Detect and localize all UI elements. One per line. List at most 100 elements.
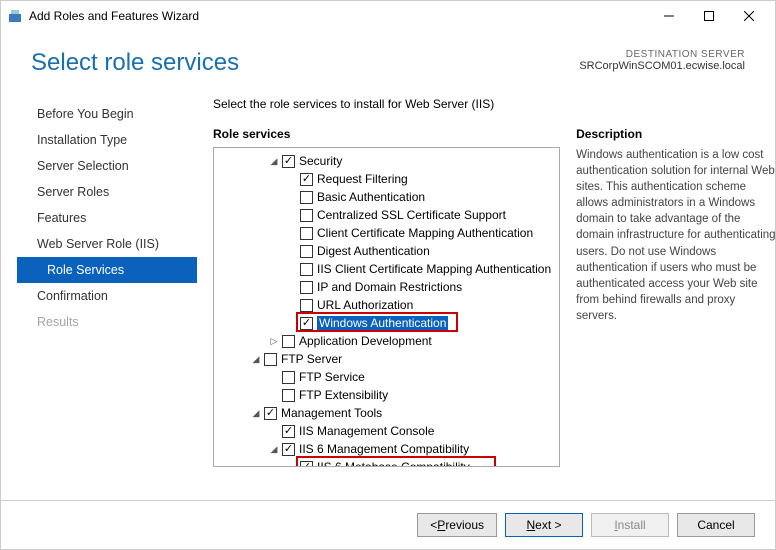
checkbox[interactable] (300, 281, 313, 294)
nav-item-server-roles[interactable]: Server Roles (17, 179, 197, 205)
checkbox[interactable] (264, 407, 277, 420)
checkbox[interactable] (300, 173, 313, 186)
checkbox[interactable] (300, 227, 313, 240)
checkbox[interactable] (300, 245, 313, 258)
cancel-button[interactable]: Cancel (677, 513, 755, 537)
spacer-icon (286, 263, 298, 275)
checkbox[interactable] (282, 371, 295, 384)
spacer-icon (286, 317, 298, 329)
wizard-footer: < Previous Next > Install Cancel (1, 500, 775, 549)
tree-item-label[interactable]: Security (299, 154, 342, 168)
role-services-heading: Role services (213, 127, 560, 141)
expand-icon[interactable]: ▷ (268, 335, 280, 347)
checkbox[interactable] (300, 191, 313, 204)
tree-item-label[interactable]: IIS Management Console (299, 424, 434, 438)
tree-item[interactable]: URL Authorization (214, 296, 559, 314)
tree-item[interactable]: FTP Service (214, 368, 559, 386)
tree-item-label[interactable]: Application Development (299, 334, 432, 348)
next-button[interactable]: Next > (505, 513, 583, 537)
page-title: Select role services (31, 49, 239, 77)
tree-item-label[interactable]: URL Authorization (317, 298, 413, 312)
role-services-tree[interactable]: ◢ Security Request Filtering Basic Authenti… (213, 147, 560, 467)
nav-item-results: Results (17, 309, 197, 335)
spacer-icon (286, 227, 298, 239)
checkbox[interactable] (300, 299, 313, 312)
checkbox[interactable] (282, 443, 295, 456)
checkbox[interactable] (300, 263, 313, 276)
main-area: Before You BeginInstallation TypeServer … (1, 97, 775, 495)
spacer-icon (268, 425, 280, 437)
app-icon (7, 8, 23, 24)
tree-item-label[interactable]: IIS 6 Management Compatibility (299, 442, 469, 456)
checkbox[interactable] (282, 155, 295, 168)
checkbox[interactable] (264, 353, 277, 366)
spacer-icon (286, 191, 298, 203)
spacer-icon (268, 371, 280, 383)
nav-item-web-server-role-iis-[interactable]: Web Server Role (IIS) (17, 231, 197, 257)
tree-item[interactable]: Windows Authentication (214, 314, 559, 332)
previous-button[interactable]: < Previous (417, 513, 497, 537)
tree-item[interactable]: ◢ Management Tools (214, 404, 559, 422)
description-text: Windows authentication is a low cost aut… (576, 147, 776, 324)
tree-item-label[interactable]: FTP Service (299, 370, 365, 384)
tree-item[interactable]: ▷ Application Development (214, 332, 559, 350)
tree-item[interactable]: ◢ FTP Server (214, 350, 559, 368)
spacer-icon (286, 173, 298, 185)
window-title: Add Roles and Features Wizard (29, 9, 199, 23)
tree-item-label[interactable]: Windows Authentication (317, 316, 448, 330)
checkbox[interactable] (300, 209, 313, 222)
tree-item[interactable]: ◢ Security (214, 152, 559, 170)
tree-item-label[interactable]: FTP Extensibility (299, 388, 388, 402)
tree-item-label[interactable]: IP and Domain Restrictions (317, 280, 462, 294)
install-button[interactable]: Install (591, 513, 669, 537)
role-services-pane: Role services ◢ Security Request Filtering… (213, 127, 560, 495)
spacer-icon (286, 299, 298, 311)
nav-item-installation-type[interactable]: Installation Type (17, 127, 197, 153)
nav-item-features[interactable]: Features (17, 205, 197, 231)
tree-item-label[interactable]: Client Certificate Mapping Authenticatio… (317, 226, 533, 240)
tree-item[interactable]: Request Filtering (214, 170, 559, 188)
tree-item[interactable]: Centralized SSL Certificate Support (214, 206, 559, 224)
destination-host: SRCorpWinSCOM01.ecwise.local (579, 60, 745, 72)
maximize-button[interactable] (689, 2, 729, 30)
page-header: Select role services DESTINATION SERVER … (1, 31, 775, 97)
spacer-icon (286, 281, 298, 293)
tree-item-label[interactable]: IIS 6 Metabase Compatibility (317, 460, 470, 467)
collapse-icon[interactable]: ◢ (250, 407, 262, 419)
tree-item[interactable]: Digest Authentication (214, 242, 559, 260)
destination-server-block: DESTINATION SERVER SRCorpWinSCOM01.ecwis… (579, 49, 745, 72)
tree-item[interactable]: IIS 6 Metabase Compatibility (214, 458, 559, 467)
nav-item-confirmation[interactable]: Confirmation (17, 283, 197, 309)
checkbox[interactable] (282, 389, 295, 402)
description-heading: Description (576, 127, 776, 141)
close-button[interactable] (729, 2, 769, 30)
tree-item[interactable]: IIS Client Certificate Mapping Authentic… (214, 260, 559, 278)
checkbox[interactable] (300, 317, 313, 330)
spacer-icon (268, 389, 280, 401)
tree-item-label[interactable]: FTP Server (281, 352, 342, 366)
tree-item-label[interactable]: IIS Client Certificate Mapping Authentic… (317, 262, 551, 276)
spacer-icon (286, 209, 298, 221)
tree-item-label[interactable]: Digest Authentication (317, 244, 430, 258)
tree-item-label[interactable]: Management Tools (281, 406, 382, 420)
collapse-icon[interactable]: ◢ (250, 353, 262, 365)
tree-item-label[interactable]: Request Filtering (317, 172, 408, 186)
nav-item-before-you-begin[interactable]: Before You Begin (17, 101, 197, 127)
checkbox[interactable] (300, 461, 313, 468)
tree-item[interactable]: FTP Extensibility (214, 386, 559, 404)
tree-item[interactable]: IP and Domain Restrictions (214, 278, 559, 296)
wizard-nav: Before You BeginInstallation TypeServer … (17, 97, 197, 495)
tree-item-label[interactable]: Basic Authentication (317, 190, 425, 204)
tree-item[interactable]: Client Certificate Mapping Authenticatio… (214, 224, 559, 242)
checkbox[interactable] (282, 335, 295, 348)
nav-item-server-selection[interactable]: Server Selection (17, 153, 197, 179)
tree-item[interactable]: ◢ IIS 6 Management Compatibility (214, 440, 559, 458)
minimize-button[interactable] (649, 2, 689, 30)
nav-item-role-services[interactable]: Role Services (17, 257, 197, 283)
tree-item[interactable]: Basic Authentication (214, 188, 559, 206)
collapse-icon[interactable]: ◢ (268, 155, 280, 167)
tree-item[interactable]: IIS Management Console (214, 422, 559, 440)
checkbox[interactable] (282, 425, 295, 438)
tree-item-label[interactable]: Centralized SSL Certificate Support (317, 208, 506, 222)
collapse-icon[interactable]: ◢ (268, 443, 280, 455)
